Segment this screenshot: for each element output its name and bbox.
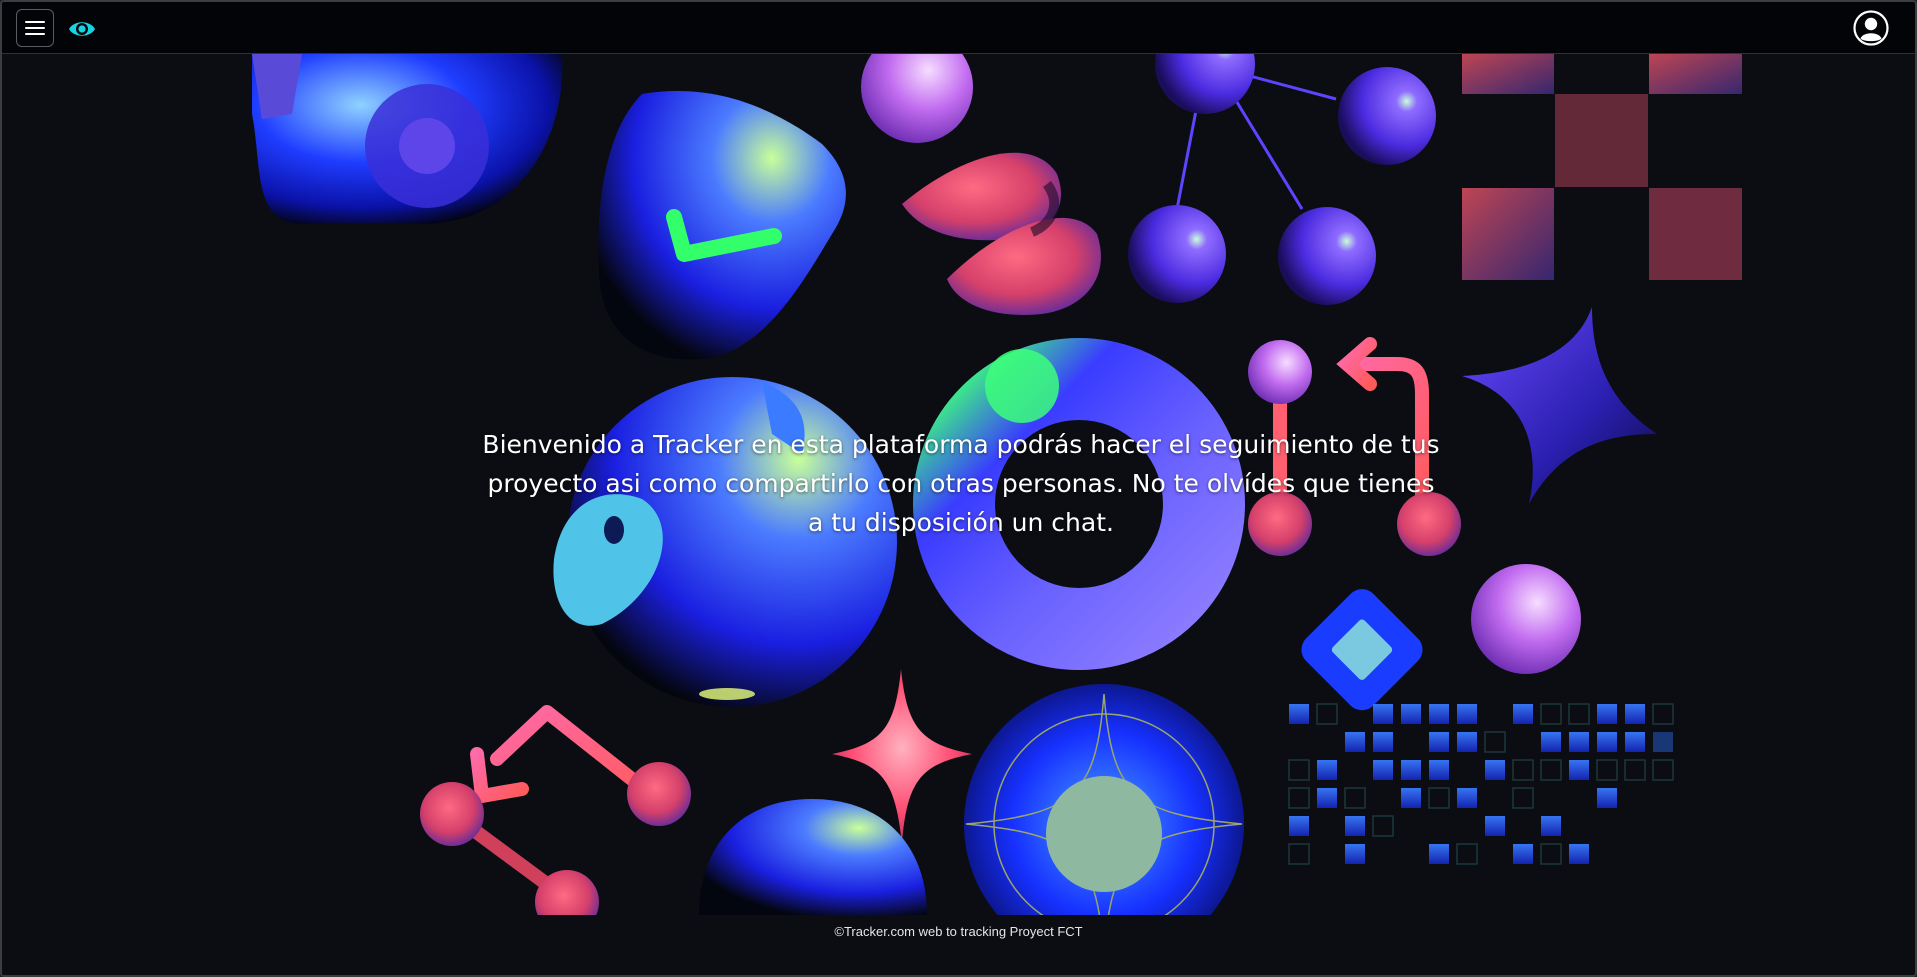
compass-shape — [964, 684, 1244, 915]
footer: ©Tracker.com web to tracking Proyect FCT — [2, 915, 1915, 975]
shield-check-shape — [598, 91, 846, 360]
diamond-shape — [1301, 589, 1423, 711]
dome-shape — [699, 799, 927, 915]
molecule-network-shape — [1128, 54, 1436, 305]
eye-icon[interactable] — [68, 15, 96, 43]
four-point-star-shape — [1462, 307, 1657, 504]
tile-grid-shape — [1288, 703, 1674, 865]
arrow-branch-shape — [420, 705, 691, 915]
top-navbar — [2, 2, 1915, 54]
checker-grid-shape — [1462, 54, 1742, 280]
footer-copyright: ©Tracker.com web to tracking Proyect FCT — [834, 924, 1083, 939]
user-circle-icon[interactable] — [1853, 10, 1889, 46]
hero-section: Bienvenido a Tracker en esta plataforma … — [2, 54, 1915, 915]
app-window: Bienvenido a Tracker en esta plataforma … — [0, 0, 1917, 977]
violet-ball — [1471, 564, 1581, 674]
helmet-shape — [252, 54, 563, 224]
half-spheres-shape — [902, 152, 1101, 315]
welcome-message: Bienvenido a Tracker en esta plataforma … — [482, 430, 1440, 537]
menu-toggle-button[interactable] — [16, 9, 54, 47]
pink-ball — [861, 54, 973, 143]
hamburger-menu-icon — [25, 21, 45, 35]
